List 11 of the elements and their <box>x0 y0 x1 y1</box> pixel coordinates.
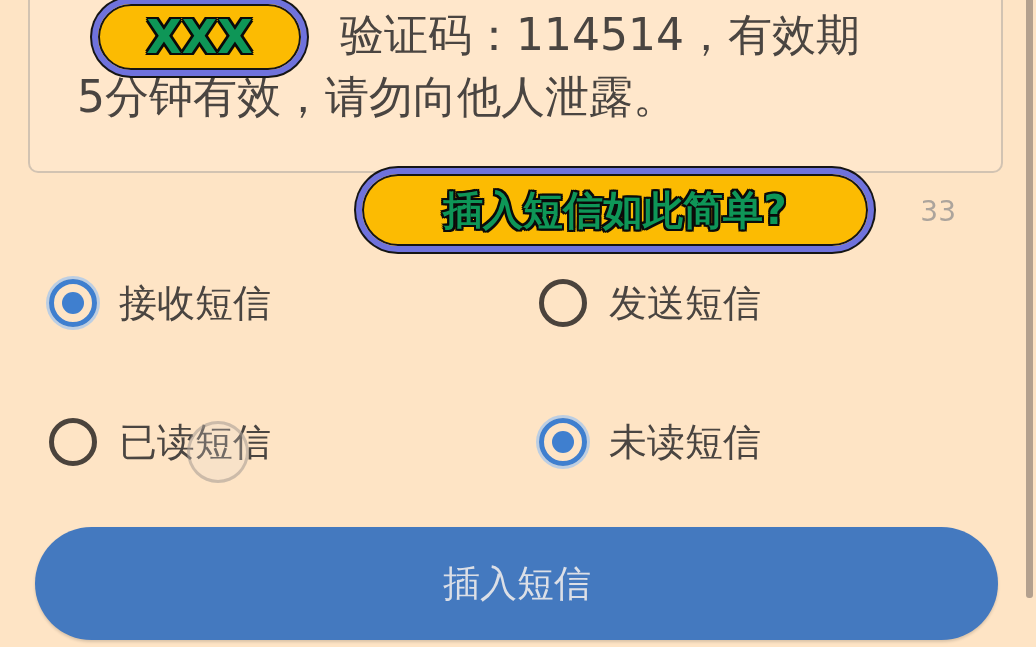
radio-button[interactable] <box>539 279 587 327</box>
character-count: 33 <box>920 195 956 230</box>
caption-sticker: XXX <box>92 0 307 76</box>
radio-button[interactable] <box>49 279 97 327</box>
radio-label[interactable]: 发送短信 <box>609 280 761 326</box>
radio-button[interactable] <box>49 418 97 466</box>
radio-label[interactable]: 已读短信 <box>119 419 271 465</box>
radio-button[interactable] <box>539 418 587 466</box>
radio-label[interactable]: 接收短信 <box>119 280 271 326</box>
caption-sticker: 插入短信如此简单? <box>356 168 874 252</box>
radio-label[interactable]: 未读短信 <box>609 419 761 465</box>
